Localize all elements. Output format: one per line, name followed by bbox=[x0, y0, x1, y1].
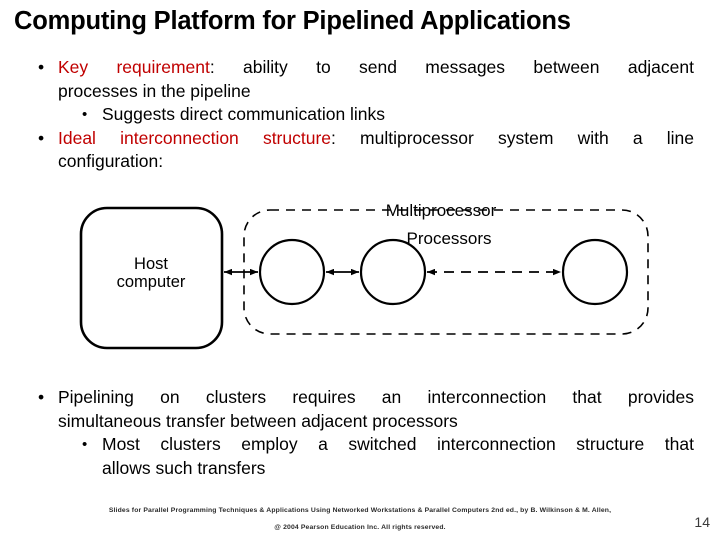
bullet-marker: • bbox=[82, 106, 88, 123]
highlight-ideal-interconnection: Ideal interconnection structure bbox=[58, 127, 332, 148]
bullet-line-2: processes in the pipeline bbox=[58, 80, 251, 101]
bullet-line-2: allows such transfers bbox=[102, 457, 266, 478]
body-text-bottom: • Pipelining on clusters requires an int… bbox=[26, 386, 694, 480]
body-text-top: • Key requirement: ability to send messa… bbox=[26, 56, 694, 174]
page-number: 14 bbox=[694, 514, 710, 530]
bullet-line-2: configuration: bbox=[58, 151, 164, 171]
multiprocessor-label: Multiprocessor bbox=[386, 201, 497, 220]
bullet-marker: • bbox=[38, 387, 45, 407]
processor-node-2 bbox=[359, 238, 427, 306]
bullet-marker: • bbox=[82, 436, 88, 453]
processor-node-1 bbox=[258, 238, 326, 306]
bullet-line-2: simultaneous transfer between adjacent p… bbox=[58, 410, 458, 431]
footer: Slides for Parallel Programming Techniqu… bbox=[0, 505, 720, 533]
host-computer-label-line1: Host bbox=[134, 255, 168, 273]
bullet-line-justified: Key requirement: ability to send message… bbox=[58, 56, 694, 80]
footer-attribution: Slides for Parallel Programming Techniqu… bbox=[108, 507, 612, 514]
processor-node-3 bbox=[561, 238, 629, 306]
bullet-line-1: Suggests direct communication links bbox=[102, 104, 386, 124]
bullet-suggests-links: • Suggests direct communication links bbox=[26, 103, 694, 127]
footer-copyright: @ 2004 Pearson Education Inc. All rights… bbox=[274, 524, 446, 531]
processors-label: Processors bbox=[406, 229, 491, 248]
bullet-line-rest: : multiprocessor system with a line bbox=[331, 127, 694, 148]
pipeline-architecture-diagram: Host computer Multiprocessor Processors bbox=[0, 186, 720, 371]
page-title: Computing Platform for Pipelined Applica… bbox=[14, 7, 571, 35]
bullet-pipelining-clusters: • Pipelining on clusters requires an int… bbox=[26, 386, 694, 433]
slide: Computing Platform for Pipelined Applica… bbox=[0, 0, 720, 540]
bullet-line-1: Pipelining on clusters requires an inter… bbox=[58, 387, 694, 407]
bullet-marker: • bbox=[38, 57, 45, 77]
bullet-key-requirement: • Key requirement: ability to send messa… bbox=[26, 56, 694, 103]
bullet-switched-interconnection: • Most clusters employ a switched interc… bbox=[26, 433, 694, 480]
bullet-marker: • bbox=[38, 127, 45, 148]
bullet-line-1: Most clusters employ a switched intercon… bbox=[102, 434, 694, 454]
host-computer-label-line2: computer bbox=[117, 273, 186, 291]
highlight-key-requirement: Key requirement bbox=[58, 57, 210, 77]
bullet-line-justified: Ideal interconnection structure: multipr… bbox=[58, 127, 694, 151]
bullet-ideal-interconnection: • Ideal interconnection structure: multi… bbox=[26, 127, 694, 174]
bullet-line-rest: : ability to send messages between adjac… bbox=[209, 57, 694, 77]
